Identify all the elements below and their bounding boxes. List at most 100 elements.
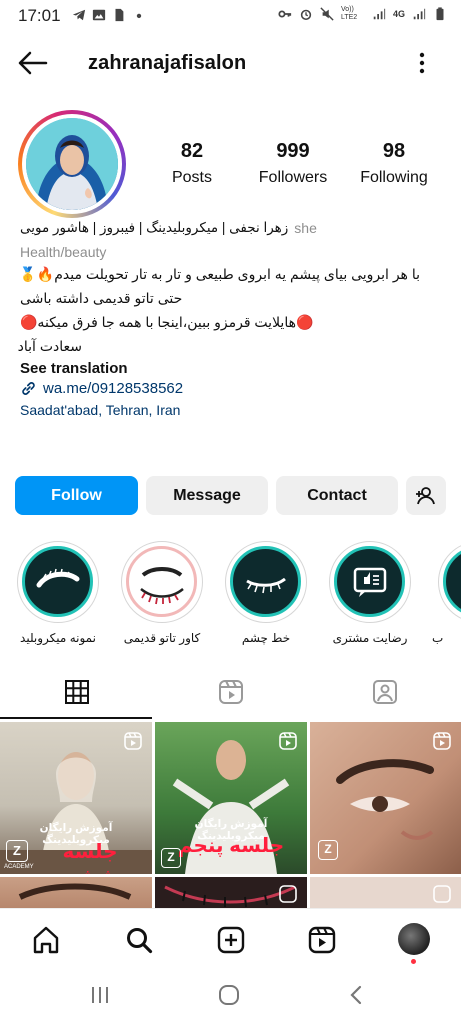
add-person-icon bbox=[416, 486, 435, 504]
follow-button[interactable]: Follow bbox=[15, 476, 138, 515]
highlight-label: کاور تاتو قدیمی bbox=[123, 631, 201, 645]
back-button-icon[interactable] bbox=[346, 984, 368, 1006]
bio-name-row: زهرا نجفی | میکروبلیدینگ | فیبروز | هاشو… bbox=[20, 220, 320, 236]
post-tile[interactable]: آموزش رایگان میکروبلیدینگ جلسه ششم Z ACA… bbox=[0, 722, 152, 874]
home-button-icon[interactable] bbox=[218, 984, 240, 1006]
highlight-item[interactable]: نمونه میکروبلید bbox=[13, 541, 103, 645]
academy-logo-icon: Z bbox=[318, 840, 338, 860]
key-icon bbox=[278, 10, 292, 18]
search-icon[interactable] bbox=[124, 925, 154, 955]
bio-line-1: با هر ابرویی بیای پیشم یه ابروی طبیعی و … bbox=[19, 266, 420, 282]
telegram-icon bbox=[72, 9, 86, 21]
reel-badge-icon bbox=[124, 732, 142, 750]
network-label: 4G bbox=[392, 9, 405, 19]
bio-line-4: سعادت آباد bbox=[17, 338, 82, 354]
reel-badge-icon bbox=[433, 885, 451, 903]
battery-icon bbox=[436, 7, 444, 21]
reel-badge-icon bbox=[433, 732, 451, 750]
back-arrow-icon[interactable] bbox=[16, 50, 50, 76]
academy-logo-icon: Z bbox=[161, 848, 181, 868]
recent-apps-icon[interactable] bbox=[89, 984, 111, 1006]
post-session-title: جلسه پنجم bbox=[177, 835, 285, 857]
eyeliner-icon bbox=[246, 577, 286, 594]
stat-followers-label: Followers bbox=[258, 169, 328, 186]
tab-posts-grid[interactable] bbox=[0, 666, 154, 718]
eyebrow-icon bbox=[36, 568, 80, 588]
reels-nav-icon[interactable] bbox=[307, 925, 337, 955]
system-navigation-bar bbox=[0, 970, 461, 1024]
profile-avatar-ring[interactable] bbox=[18, 110, 126, 218]
mute-icon bbox=[320, 7, 334, 21]
sim-icon bbox=[115, 8, 124, 22]
active-tab-indicator bbox=[0, 717, 152, 719]
highlight-cover bbox=[334, 546, 405, 617]
more-options-icon[interactable] bbox=[412, 50, 432, 76]
signal-icon-2 bbox=[413, 8, 426, 20]
tagged-person-icon bbox=[373, 680, 397, 704]
post-tile[interactable] bbox=[0, 877, 152, 908]
highlight-item[interactable]: خط چشم bbox=[221, 541, 311, 645]
stat-following-label: Following bbox=[360, 169, 428, 186]
highlight-cover bbox=[443, 546, 461, 617]
reels-icon bbox=[219, 680, 243, 704]
stat-posts[interactable]: 82 Posts bbox=[162, 140, 222, 187]
highlight-item[interactable]: رضایت مشتری bbox=[325, 541, 415, 645]
eyelash-icon bbox=[140, 567, 184, 605]
stat-following[interactable]: 98 Following bbox=[356, 140, 432, 187]
highlight-item[interactable]: ب bbox=[432, 541, 461, 645]
highlight-item[interactable]: کاور تاتو قدیمی bbox=[117, 541, 207, 645]
grid-icon bbox=[65, 680, 89, 704]
link-icon bbox=[22, 382, 35, 395]
own-profile-avatar[interactable] bbox=[398, 923, 430, 955]
stat-followers[interactable]: 999 Followers bbox=[254, 140, 332, 187]
post-tile[interactable] bbox=[155, 877, 307, 908]
post-tile[interactable] bbox=[310, 877, 461, 908]
avatar-portrait-graphic bbox=[26, 118, 118, 210]
reel-badge-icon bbox=[279, 885, 297, 903]
home-icon[interactable] bbox=[31, 925, 61, 955]
tab-tagged[interactable] bbox=[308, 666, 461, 718]
highlight-cover bbox=[126, 546, 197, 617]
stat-posts-label: Posts bbox=[171, 169, 212, 186]
alarm-icon bbox=[300, 9, 312, 21]
bio-category: Health/beauty bbox=[20, 244, 107, 260]
bio-pronoun: she bbox=[294, 220, 317, 236]
tab-reels[interactable] bbox=[154, 666, 308, 718]
highlight-label: خط چشم bbox=[241, 631, 291, 645]
bio-name: زهرا نجفی | میکروبلیدینگ | فیبروز | هاشو… bbox=[20, 220, 289, 235]
notification-dot bbox=[411, 959, 416, 964]
highlight-label: رضایت مشتری bbox=[332, 631, 408, 645]
stat-posts-value: 82 bbox=[180, 140, 204, 162]
carrier-label: Vo)) LTE2 bbox=[340, 6, 358, 21]
status-bar: 17:01 Vo)) LTE2 4G bbox=[0, 0, 461, 34]
highlight-label: نمونه میکروبلید bbox=[20, 631, 96, 645]
contact-button[interactable]: Contact bbox=[276, 476, 398, 515]
bio-line-2: حتی تاتو قدیمی داشته باشی bbox=[20, 290, 183, 306]
create-post-icon[interactable] bbox=[216, 925, 246, 955]
post-session-title: جلسه ششم bbox=[62, 841, 118, 874]
bottom-navigation bbox=[0, 908, 461, 970]
highlight-label: ب bbox=[432, 631, 444, 645]
academy-logo-icon: Z bbox=[6, 840, 28, 862]
bio-line-3: 🔴هایلایت قرمزو ببین،اینجا با همه جا فرق … bbox=[20, 314, 314, 330]
reel-badge-icon bbox=[279, 732, 297, 750]
post-tile[interactable]: Z bbox=[310, 722, 461, 874]
suggested-users-button[interactable] bbox=[406, 476, 446, 515]
bio-location[interactable]: Saadat'abad, Tehran, Iran bbox=[20, 402, 180, 418]
feedback-icon bbox=[353, 567, 387, 597]
bio-link-row[interactable]: wa.me/09128538562 bbox=[20, 380, 183, 397]
post-tile[interactable]: آموزش رایگان میکروبلیدینگ جلسه پنجم Z bbox=[155, 722, 307, 874]
academy-brand: ACADEMY bbox=[4, 864, 34, 870]
status-time: 17:01 bbox=[18, 6, 61, 25]
signal-icon bbox=[373, 8, 386, 20]
message-button[interactable]: Message bbox=[146, 476, 268, 515]
stat-following-value: 98 bbox=[382, 140, 406, 162]
highlight-cover bbox=[22, 546, 93, 617]
see-translation-link[interactable]: See translation bbox=[20, 360, 128, 377]
profile-username: zahranajafisalon bbox=[88, 52, 247, 74]
profile-avatar bbox=[26, 118, 118, 210]
profile-header: zahranajafisalon bbox=[0, 38, 461, 88]
gallery-icon bbox=[92, 9, 106, 21]
highlight-cover bbox=[230, 546, 301, 617]
post-photo bbox=[18, 883, 132, 900]
